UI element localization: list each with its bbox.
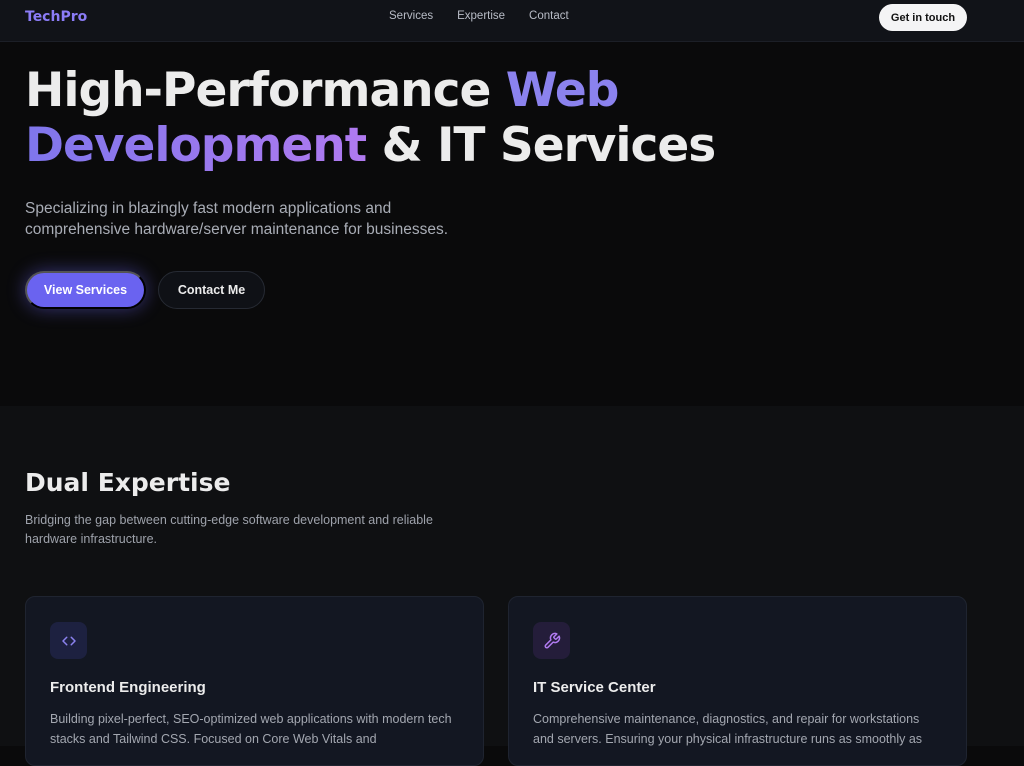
hero-subtitle: Specializing in blazingly fast modern ap… [25, 200, 449, 238]
hero-title-part2: & IT Services [366, 118, 717, 173]
nav-links: Services Expertise Contact [389, 10, 569, 22]
section-subtitle: Bridging the gap between cutting-edge so… [25, 513, 433, 546]
nav-link-expertise[interactable]: Expertise [457, 10, 505, 22]
hero-title-highlight-development: Development [25, 118, 367, 173]
top-navbar: TechPro Services Expertise Contact Get i… [0, 0, 1024, 42]
nav-link-services[interactable]: Services [389, 10, 433, 22]
brand-logo[interactable]: TechPro [25, 9, 87, 25]
nav-link-contact[interactable]: Contact [529, 10, 569, 22]
hero-title-part1: High-Performance [25, 63, 506, 118]
wrench-icon [533, 622, 570, 659]
hero-title-highlight-web: Web [505, 63, 620, 118]
view-services-button[interactable]: View Services [25, 271, 146, 309]
card-description: Comprehensive maintenance, diagnostics, … [533, 712, 923, 746]
service-card-it: IT Service Center Comprehensive maintena… [508, 596, 967, 766]
service-card-frontend: Frontend Engineering Building pixel-perf… [25, 596, 484, 766]
card-title: IT Service Center [533, 679, 656, 696]
get-in-touch-button[interactable]: Get in touch [879, 4, 967, 31]
code-icon [50, 622, 87, 659]
contact-me-button[interactable]: Contact Me [158, 271, 265, 309]
card-title: Frontend Engineering [50, 679, 206, 696]
section-title: Dual Expertise [25, 468, 231, 497]
hero-title: High-Performance Web Development & IT Ser… [25, 63, 745, 173]
card-description: Building pixel-perfect, SEO-optimized we… [50, 712, 452, 746]
expertise-section: Dual Expertise Bridging the gap between … [0, 406, 1024, 766]
hero-section: High-Performance Web Development & IT Ser… [0, 43, 1024, 406]
